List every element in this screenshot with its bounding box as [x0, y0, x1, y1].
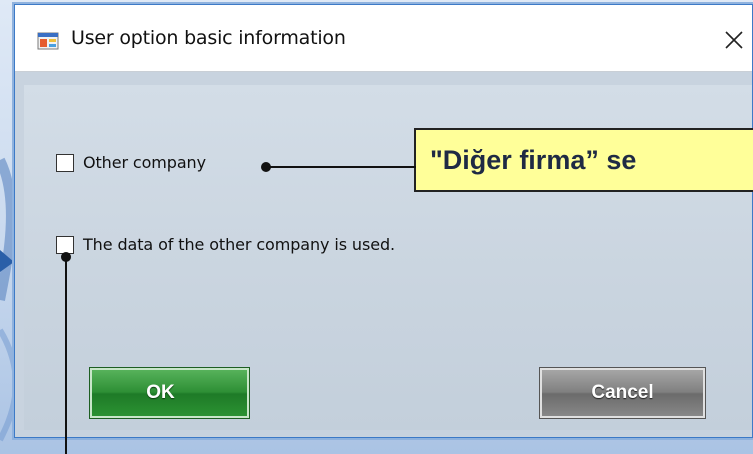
use-other-company-data-option[interactable]: The data of the other company is used.: [56, 235, 395, 254]
ok-button-label: OK: [146, 382, 175, 403]
cancel-button[interactable]: Cancel: [539, 367, 706, 419]
ok-button[interactable]: OK: [89, 367, 250, 419]
annotation-callout-text: "Diğer firma” se: [430, 144, 637, 175]
use-other-company-data-checkbox[interactable]: [56, 235, 74, 254]
use-other-company-data-label: The data of the other company is used.: [83, 235, 395, 254]
close-button[interactable]: [715, 19, 752, 61]
app-window-icon: [37, 32, 59, 50]
other-company-option[interactable]: Other company: [56, 153, 206, 172]
close-icon: [724, 31, 743, 49]
other-company-label: Other company: [83, 153, 206, 172]
window-title: User option basic information: [71, 27, 346, 49]
annotation-callout: "Diğer firma” se: [414, 128, 753, 192]
title-bar: User option basic information: [15, 5, 752, 72]
other-company-checkbox[interactable]: [56, 153, 74, 172]
dialog-window: User option basic information Other comp…: [14, 4, 753, 438]
cancel-button-label: Cancel: [591, 382, 654, 403]
